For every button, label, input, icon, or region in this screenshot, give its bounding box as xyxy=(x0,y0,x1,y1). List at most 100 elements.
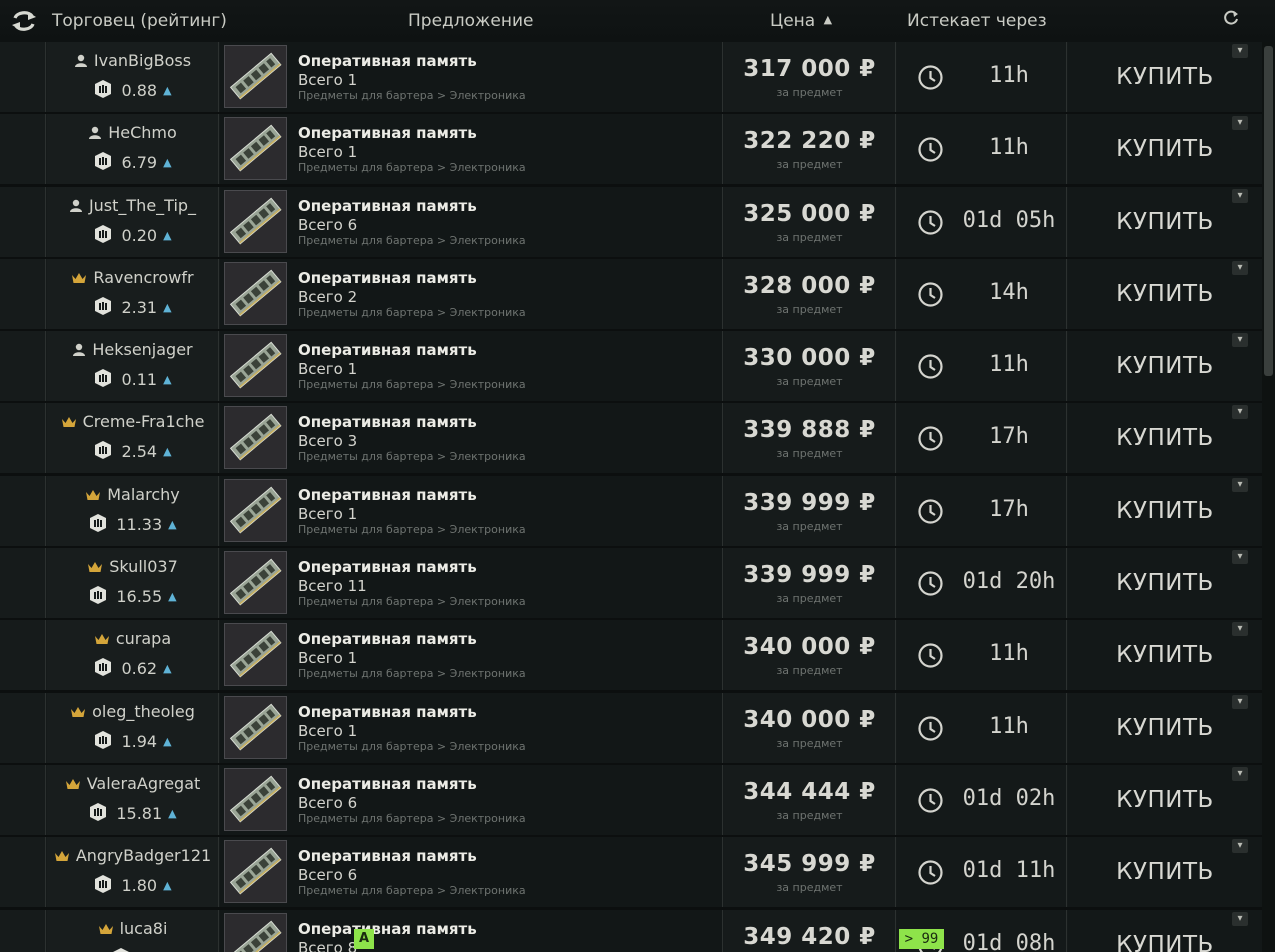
trader-cell[interactable]: curapa 0.62 ▲ xyxy=(47,620,219,691)
offer-cell[interactable]: Оперативная память Всего 2 Предметы для ба… xyxy=(220,258,723,329)
trader-cell[interactable]: AngryBadger121 1.80 ▲ xyxy=(47,837,219,908)
scrollbar-thumb[interactable] xyxy=(1264,46,1273,376)
ram-module-icon[interactable] xyxy=(224,261,287,325)
buy-cell[interactable]: КУПИТЬ ▾ xyxy=(1068,42,1262,112)
expand-chevron-icon[interactable]: ▾ xyxy=(1232,333,1248,348)
buy-button[interactable]: КУПИТЬ xyxy=(1068,932,1262,952)
offer-cell[interactable]: Оперативная память Всего 1 Предметы для ба… xyxy=(220,475,723,546)
offer-cell[interactable]: Оперативная память Всего 11 Предметы для б… xyxy=(220,548,723,619)
expand-chevron-icon[interactable]: ▾ xyxy=(1232,44,1248,58)
offer-cell[interactable]: Оперативная память Всего 6 Предметы для ба… xyxy=(220,837,723,908)
offer-cell[interactable]: Оперативная память Всего 1 Предметы для ба… xyxy=(220,331,723,402)
buy-cell[interactable]: КУПИТЬ ▾ xyxy=(1068,548,1262,619)
buy-button[interactable]: КУПИТЬ xyxy=(1068,281,1262,307)
header-trader[interactable]: Торговец (рейтинг) xyxy=(52,11,227,31)
trader-cell[interactable]: Skull037 16.55 ▲ xyxy=(47,548,219,619)
buy-button[interactable]: КУПИТЬ xyxy=(1068,136,1262,162)
trader-name[interactable]: AngryBadger121 xyxy=(76,846,211,865)
offer-cell[interactable]: Оперативная память Всего 6 Предметы для ба… xyxy=(220,186,723,257)
offer-cell[interactable]: Оперативная памятьВсего 8Предметы для ба… xyxy=(220,909,723,952)
trader-name[interactable]: ValeraAgregat xyxy=(87,774,201,793)
expand-chevron-icon[interactable]: ▾ xyxy=(1232,911,1248,926)
ram-module-icon[interactable] xyxy=(224,189,287,253)
buy-cell[interactable]: КУПИТЬ ▾ xyxy=(1068,331,1262,402)
offer-cell[interactable]: Оперативная память Всего 1 Предметы для ба… xyxy=(220,692,723,763)
trader-cell[interactable]: IvanBigBoss 0.88 ▲ xyxy=(47,42,219,112)
trader-name[interactable]: Heksenjager xyxy=(92,340,192,359)
offer-row[interactable]: oleg_theoleg 1.94 ▲ Оперативная память Всего… xyxy=(0,692,1275,763)
header-price[interactable]: Цена ▲ xyxy=(770,11,832,31)
expand-chevron-icon[interactable]: ▾ xyxy=(1232,550,1248,565)
buy-cell[interactable]: КУПИТЬ ▾ xyxy=(1068,620,1262,691)
expand-chevron-icon[interactable]: ▾ xyxy=(1232,477,1248,492)
trader-cell[interactable]: Heksenjager 0.11 ▲ xyxy=(47,331,219,402)
expand-chevron-icon[interactable]: ▾ xyxy=(1232,260,1248,275)
trader-cell[interactable]: Just_The_Tip_ 0.20 ▲ xyxy=(47,186,219,257)
scrollbar[interactable] xyxy=(1262,42,1275,952)
trader-name[interactable]: luca8i xyxy=(120,919,168,938)
ram-module-icon[interactable] xyxy=(224,478,287,542)
buy-cell[interactable]: КУПИТЬ ▾ xyxy=(1068,186,1262,257)
trader-cell[interactable]: oleg_theoleg 1.94 ▲ xyxy=(47,692,219,763)
trader-cell[interactable]: ValeraAgregat 15.81 ▲ xyxy=(47,764,219,835)
expand-chevron-icon[interactable]: ▾ xyxy=(1232,116,1248,131)
expand-chevron-icon[interactable]: ▾ xyxy=(1232,766,1248,781)
ram-module-icon[interactable] xyxy=(224,406,287,470)
buy-button[interactable]: КУПИТЬ xyxy=(1068,642,1262,668)
buy-cell[interactable]: КУПИТЬ ▾ xyxy=(1068,909,1262,952)
trader-name[interactable]: oleg_theoleg xyxy=(92,702,195,721)
expand-chevron-icon[interactable]: ▾ xyxy=(1232,622,1248,637)
ram-module-icon[interactable] xyxy=(224,912,287,952)
ram-module-icon[interactable] xyxy=(224,551,287,615)
offer-row[interactable]: Creme-Fra1che 2.54 ▲ Оперативная память Всег… xyxy=(0,403,1275,474)
trader-name[interactable]: Malarchy xyxy=(107,485,180,504)
expand-chevron-icon[interactable]: ▾ xyxy=(1232,694,1248,709)
trader-name[interactable]: Ravencrowfr xyxy=(93,268,193,287)
offer-row[interactable]: Malarchy 11.33 ▲ Оперативная память Всего 1П… xyxy=(0,475,1275,546)
buy-button[interactable]: КУПИТЬ xyxy=(1068,64,1262,90)
trader-name[interactable]: Skull037 xyxy=(109,557,178,576)
buy-cell[interactable]: КУПИТЬ ▾ xyxy=(1068,692,1262,763)
expand-chevron-icon[interactable]: ▾ xyxy=(1232,839,1248,854)
buy-button[interactable]: КУПИТЬ xyxy=(1068,209,1262,235)
buy-button[interactable]: КУПИТЬ xyxy=(1068,498,1262,524)
offer-row[interactable]: Ravencrowfr 2.31 ▲ Оперативная память Всего … xyxy=(0,258,1275,329)
buy-button[interactable]: КУПИТЬ xyxy=(1068,787,1262,813)
offer-row[interactable]: luca8i ▲Оперативная памятьВсего 8Предметы… xyxy=(0,909,1275,952)
ram-module-icon[interactable] xyxy=(224,117,287,181)
trader-name[interactable]: IvanBigBoss xyxy=(94,51,191,70)
expand-chevron-icon[interactable]: ▾ xyxy=(1232,188,1248,203)
trader-cell[interactable]: Malarchy 11.33 ▲ xyxy=(47,475,219,546)
offer-row[interactable]: IvanBigBoss 0.88 ▲ Оперативная память Всего … xyxy=(0,42,1275,112)
expand-chevron-icon[interactable]: ▾ xyxy=(1232,405,1248,420)
offer-row[interactable]: Skull037 16.55 ▲ Оперативная память Всего 11… xyxy=(0,548,1275,619)
ram-module-icon[interactable] xyxy=(224,840,287,904)
ram-module-icon[interactable] xyxy=(224,695,287,759)
offer-cell[interactable]: Оперативная память Всего 1 Предметы для ба… xyxy=(220,620,723,691)
offer-row[interactable]: Heksenjager 0.11 ▲ Оперативная память Всего … xyxy=(0,331,1275,402)
trader-name[interactable]: Creme-Fra1che xyxy=(83,412,205,431)
buy-button[interactable]: КУПИТЬ xyxy=(1068,570,1262,596)
trader-name[interactable]: HeChmo xyxy=(108,123,177,142)
buy-button[interactable]: КУПИТЬ xyxy=(1068,715,1262,741)
ram-module-icon[interactable] xyxy=(224,334,287,398)
buy-cell[interactable]: КУПИТЬ ▾ xyxy=(1068,764,1262,835)
header-offer[interactable]: Предложение xyxy=(408,11,533,31)
offer-row[interactable]: AngryBadger121 1.80 ▲ Оперативная память Все… xyxy=(0,837,1275,908)
buy-button[interactable]: КУПИТЬ xyxy=(1068,859,1262,885)
reload-icon[interactable] xyxy=(1222,9,1240,31)
trader-cell[interactable]: Creme-Fra1che 2.54 ▲ xyxy=(47,403,219,474)
offer-row[interactable]: curapa 0.62 ▲ Оперативная память Всего 1 Пред… xyxy=(0,620,1275,691)
buy-cell[interactable]: КУПИТЬ ▾ xyxy=(1068,403,1262,474)
buy-cell[interactable]: КУПИТЬ ▾ xyxy=(1068,258,1262,329)
offer-row[interactable]: Just_The_Tip_ 0.20 ▲ Оперативная память Всег… xyxy=(0,186,1275,257)
buy-cell[interactable]: КУПИТЬ ▾ xyxy=(1068,114,1262,185)
buy-cell[interactable]: КУПИТЬ ▾ xyxy=(1068,837,1262,908)
buy-cell[interactable]: КУПИТЬ ▾ xyxy=(1068,475,1262,546)
header-expires[interactable]: Истекает через xyxy=(907,11,1047,31)
trader-cell[interactable]: Ravencrowfr 2.31 ▲ xyxy=(47,258,219,329)
offer-cell[interactable]: Оперативная память Всего 1 Предметы для ба… xyxy=(220,42,723,112)
offer-row[interactable]: ValeraAgregat 15.81 ▲ Оперативная память Все… xyxy=(0,764,1275,835)
offer-row[interactable]: HeChmo 6.79 ▲ Оперативная память Всего 1 Пред… xyxy=(0,114,1275,185)
buy-button[interactable]: КУПИТЬ xyxy=(1068,425,1262,451)
